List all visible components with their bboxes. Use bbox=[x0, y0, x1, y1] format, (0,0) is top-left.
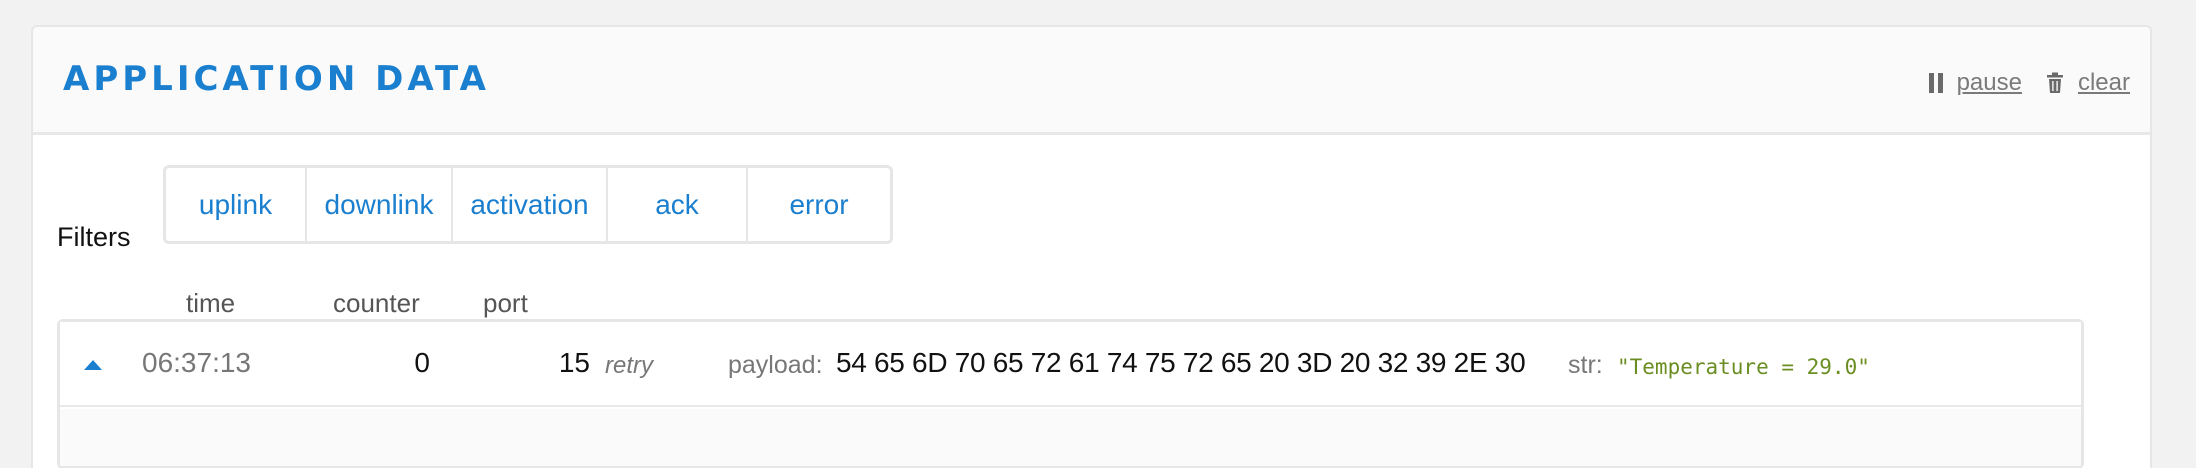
filter-activation-button[interactable]: activation bbox=[453, 168, 608, 241]
row-port: 15 bbox=[558, 347, 590, 378]
row-time: 06:37:13 bbox=[142, 347, 251, 378]
pause-button[interactable]: pause bbox=[1928, 69, 2022, 97]
clear-button[interactable]: clear bbox=[2046, 69, 2130, 97]
header-actions: pause clear bbox=[1928, 69, 2130, 97]
row-str-value: "Temperature = 29.0" bbox=[1617, 355, 1870, 379]
clear-label[interactable]: clear bbox=[2078, 69, 2130, 97]
filter-uplink-button[interactable]: uplink bbox=[166, 168, 307, 241]
panel-header: APPLICATION DATA pause clear bbox=[33, 27, 2150, 135]
filter-ack-button[interactable]: ack bbox=[608, 168, 748, 241]
filter-error-button[interactable]: error bbox=[748, 168, 890, 241]
trash-icon bbox=[2046, 72, 2064, 94]
row-payload-label: payload: bbox=[728, 351, 823, 379]
filter-button-group: uplink downlink activation ack error bbox=[163, 165, 893, 244]
row-retry-flag: retry bbox=[605, 352, 653, 379]
column-header-counter: counter bbox=[333, 288, 420, 318]
table-row-summary[interactable]: 06:37:13 0 15 retry payload: 54 65 6D 70… bbox=[60, 322, 2081, 407]
row-payload-value: 54 65 6D 70 65 72 61 74 75 72 65 20 3D 2… bbox=[836, 347, 1526, 378]
column-header-time: time bbox=[186, 288, 236, 318]
panel-title: APPLICATION DATA bbox=[63, 59, 490, 99]
row-counter: 0 bbox=[414, 347, 430, 378]
filter-downlink-button[interactable]: downlink bbox=[307, 168, 453, 241]
pause-icon bbox=[1928, 73, 1943, 93]
table-row-details bbox=[60, 409, 2081, 466]
table-row[interactable]: 06:37:13 0 15 retry payload: 54 65 6D 70… bbox=[57, 319, 2084, 468]
filters-label: Filters bbox=[57, 222, 131, 252]
column-header-port: port bbox=[483, 288, 528, 318]
caret-up-icon[interactable] bbox=[84, 360, 102, 370]
pause-label[interactable]: pause bbox=[1957, 69, 2022, 97]
row-str-label: str: bbox=[1568, 351, 1603, 379]
